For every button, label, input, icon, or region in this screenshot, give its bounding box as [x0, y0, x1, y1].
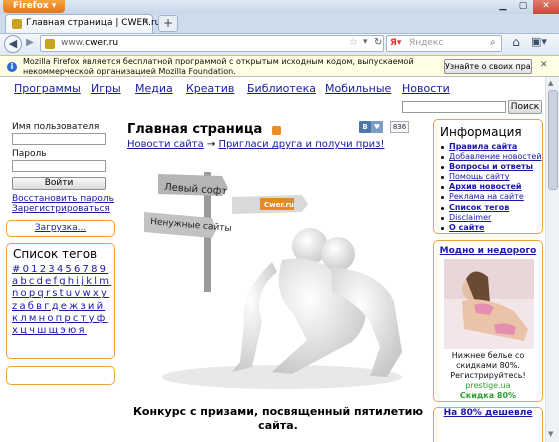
tag-letters[interactable]: #0123456789abcdefghijklmnopqrstuvwxyzабв…	[12, 264, 112, 337]
tab-cwer[interactable]: Главная страница | CWER.ru ✕	[5, 14, 160, 34]
rss-icon[interactable]	[272, 126, 281, 135]
breadcrumb: Новости сайта → Пригласи друга и получи …	[127, 139, 385, 150]
ad-line2: скидками 80%.	[456, 361, 520, 370]
tab-title: Главная страница | CWER.ru	[26, 18, 161, 28]
url-text[interactable]: www.cwer.ru	[61, 38, 118, 48]
site-identity-icon[interactable]	[45, 39, 55, 49]
close-window-button[interactable]: ✕	[533, 0, 559, 14]
search-bar[interactable]: Я▾ Яндекс ⌕	[386, 35, 502, 52]
url-prefix: www.	[61, 38, 86, 48]
info-panel-title: Информация	[440, 125, 522, 139]
info-link-about[interactable]: О сайте	[440, 223, 544, 233]
ad-sale[interactable]: Скидка 80%	[434, 391, 542, 401]
firefox-menu-button[interactable]: Firefox ▾	[3, 0, 65, 13]
tag-list-title: Список тегов	[13, 247, 98, 261]
info-panel: Информация Правила сайта Добавление ново…	[433, 119, 543, 234]
window-titlebar	[0, 0, 559, 14]
nav-link-news[interactable]: Новости	[402, 82, 450, 95]
loading-link[interactable]: Загрузка...	[7, 223, 114, 233]
scroll-up-icon[interactable]: ▲	[548, 79, 553, 87]
ad-line1: Нижнее белье со	[451, 351, 525, 360]
nav-link-media[interactable]: Медиа	[135, 82, 173, 95]
login-button[interactable]: Войти	[12, 177, 106, 190]
tab-close-icon[interactable]: ✕	[142, 17, 150, 27]
firefox-menu-label: Firefox	[13, 1, 49, 11]
yandex-icon[interactable]: Я▾	[390, 38, 401, 48]
page-title: Главная страница	[127, 122, 263, 137]
info-link-list: Правила сайта Добавление новостей Вопрос…	[440, 142, 544, 233]
figure-arm	[232, 262, 277, 372]
home-icon[interactable]: ⌂	[507, 35, 525, 52]
info-link-ads[interactable]: Реклама на сайте	[440, 192, 544, 202]
info-link-faq[interactable]: Вопросы и ответы	[440, 162, 544, 172]
nav-link-library[interactable]: Библиотека	[247, 82, 316, 95]
ad-image[interactable]	[444, 259, 534, 349]
know-your-rights-button[interactable]: Узнайте о своих правах...	[444, 59, 532, 74]
restore-password-link[interactable]: Восстановить пароль	[12, 194, 114, 204]
site-search-input[interactable]	[402, 101, 506, 113]
history-dropdown-icon[interactable]: ▾	[363, 37, 368, 47]
info-link-rules[interactable]: Правила сайта	[440, 142, 544, 152]
url-bar[interactable]: www.cwer.ru ☆ ▾ ↻	[40, 35, 384, 52]
forward-arrow-icon[interactable]: ▶	[23, 37, 37, 51]
loading-panel: Загрузка...	[6, 220, 115, 237]
empty-panel	[6, 366, 115, 385]
scroll-thumb[interactable]	[548, 90, 558, 190]
info-link-tags[interactable]: Список тегов	[440, 203, 544, 213]
notification-text: Mozilla Firefox является бесплатной прог…	[23, 57, 414, 76]
nav-link-creative[interactable]: Креатив	[186, 82, 234, 95]
new-tab-button[interactable]: +	[158, 15, 178, 32]
minimize-button[interactable]: ▁	[493, 0, 513, 14]
search-placeholder: Яндекс	[409, 38, 444, 48]
hero-image[interactable]: Левый софт Cwer.ru Ненужные сайты	[132, 162, 424, 394]
info-link-add-news[interactable]: Добавление новостей	[440, 152, 544, 162]
vk-share-button[interactable]: B	[359, 121, 371, 133]
ad2-panel: На 80% дешевле	[433, 407, 543, 442]
contest-heading[interactable]: Конкурс с призами, посвященный пятилетию…	[132, 405, 424, 433]
info-link-disclaimer[interactable]: Disclaimer	[440, 213, 544, 223]
nav-link-programs[interactable]: Программы	[14, 82, 81, 95]
scroll-down-icon[interactable]: ▼	[548, 430, 553, 438]
password-label: Пароль	[12, 149, 47, 159]
nav-link-mobile[interactable]: Мобильные	[325, 82, 391, 95]
ad-brand[interactable]: prestige.ua	[434, 381, 542, 391]
like-count: 836	[390, 121, 409, 133]
figure-head-right	[321, 237, 355, 271]
maximize-button[interactable]: ▢	[513, 0, 533, 14]
site-search-button[interactable]: Поиск	[508, 100, 542, 114]
site-top-nav: Программы Игры Медиа Креатив Библиотека …	[14, 82, 454, 96]
ad2-title-link[interactable]: На 80% дешевле	[434, 408, 542, 418]
reload-icon[interactable]: ↻	[374, 37, 382, 48]
close-notification-icon[interactable]: ✕	[540, 60, 548, 70]
bookmark-star-icon[interactable]: ☆	[349, 37, 358, 48]
tag-list-panel: Список тегов #0123456789abcdefghijklmnop…	[6, 243, 115, 359]
back-arrow-icon[interactable]: ◀	[4, 35, 22, 53]
ad-line3: Регистрируйтесь!	[450, 371, 526, 380]
username-label: Имя пользователя	[12, 122, 100, 132]
favicon-icon	[12, 19, 22, 29]
invite-friend-link[interactable]: Пригласи друга и получи приз!	[219, 139, 385, 150]
info-link-archive[interactable]: Архив новостей	[440, 182, 544, 192]
sign-cwer-text: Cwer.ru	[264, 201, 294, 209]
notification-bar: i Mozilla Firefox является бесплатной пр…	[0, 55, 559, 77]
site-news-link[interactable]: Новости сайта	[127, 139, 204, 150]
register-link[interactable]: Зарегистрироваться	[12, 204, 110, 214]
username-field[interactable]	[12, 133, 106, 145]
ad-text: Нижнее белье со скидками 80%. Регистриру…	[434, 351, 542, 401]
password-field[interactable]	[12, 160, 106, 172]
info-link-help[interactable]: Помощь сайту	[440, 172, 544, 182]
search-icon[interactable]: ⌕	[490, 37, 496, 48]
nav-link-games[interactable]: Игры	[91, 82, 121, 95]
vertical-scrollbar[interactable]: ▲ ▼	[545, 77, 559, 442]
breadcrumb-arrow: →	[206, 139, 216, 150]
page-content: Программы Игры Медиа Креатив Библиотека …	[0, 77, 559, 442]
toolbar-menu-icon[interactable]: ▣▾	[528, 35, 550, 52]
ad-title-link[interactable]: Модно и недорого	[434, 246, 542, 256]
heart-icon[interactable]: ♥	[371, 121, 383, 133]
url-host: cwer.ru	[85, 38, 119, 48]
info-icon: i	[7, 62, 17, 72]
ad-panel: Модно и недорого Нижнее белье со скидкам…	[433, 240, 543, 402]
